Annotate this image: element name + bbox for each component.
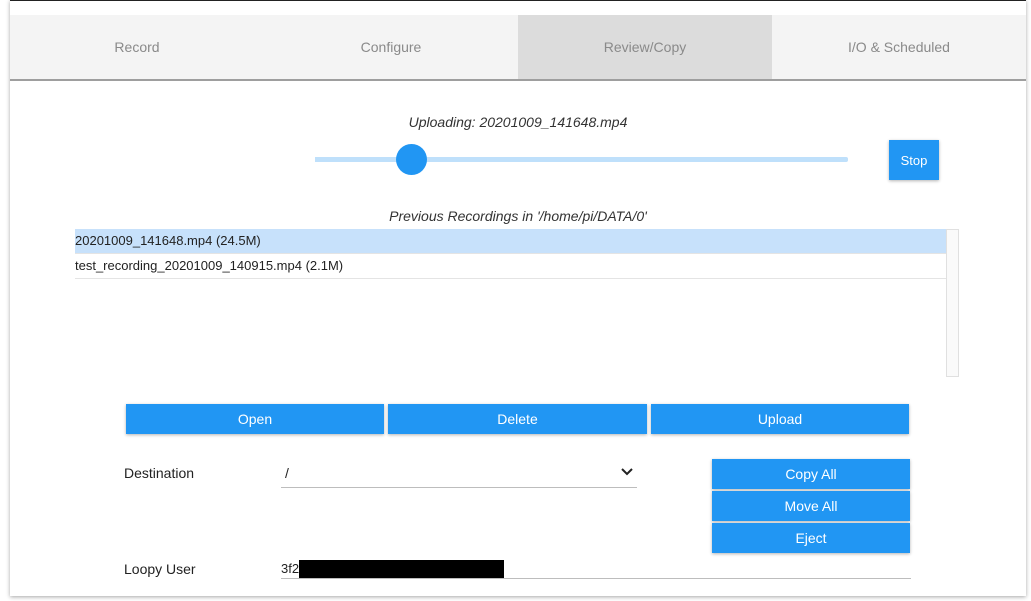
tab-configure[interactable]: Configure: [264, 15, 518, 79]
open-button[interactable]: Open: [126, 404, 384, 434]
tab-io-scheduled[interactable]: I/O & Scheduled: [772, 15, 1026, 79]
tab-review-copy[interactable]: Review/Copy: [518, 15, 772, 79]
upload-status-text: Uploading: 20201009_141648.mp4: [408, 114, 628, 130]
recordings-list: 20201009_141648.mp4 (24.5M) test_recordi…: [75, 229, 946, 377]
list-item[interactable]: test_recording_20201009_140915.mp4 (2.1M…: [75, 254, 946, 279]
chevron-down-icon: [621, 468, 633, 476]
stop-upload-button[interactable]: Stop: [889, 140, 939, 180]
loopy-user-field[interactable]: 3f2: [281, 558, 911, 579]
list-item[interactable]: 20201009_141648.mp4 (24.5M): [75, 229, 946, 254]
recordings-list-scrollbar[interactable]: [946, 229, 959, 377]
destination-label: Destination: [124, 465, 195, 481]
tab-bar: Record Configure Review/Copy I/O & Sched…: [10, 15, 1026, 81]
destination-select[interactable]: /: [281, 461, 637, 488]
destination-selected-value: /: [285, 465, 289, 481]
loopy-user-value: 3f2: [281, 561, 300, 576]
delete-button[interactable]: Delete: [388, 404, 647, 434]
tab-record[interactable]: Record: [10, 15, 264, 79]
redaction-bar: [299, 560, 504, 578]
recordings-list-title: Previous Recordings in '/home/pi/DATA/0': [389, 208, 647, 224]
upload-button[interactable]: Upload: [651, 404, 909, 434]
upload-progress-thumb[interactable]: [395, 144, 427, 175]
upload-progress-slider[interactable]: [315, 144, 848, 175]
move-all-button[interactable]: Move All: [712, 491, 910, 521]
app-frame: Record Configure Review/Copy I/O & Sched…: [10, 0, 1026, 596]
eject-button[interactable]: Eject: [712, 523, 910, 553]
copy-all-button[interactable]: Copy All: [712, 459, 910, 489]
loopy-user-label: Loopy User: [124, 561, 196, 577]
